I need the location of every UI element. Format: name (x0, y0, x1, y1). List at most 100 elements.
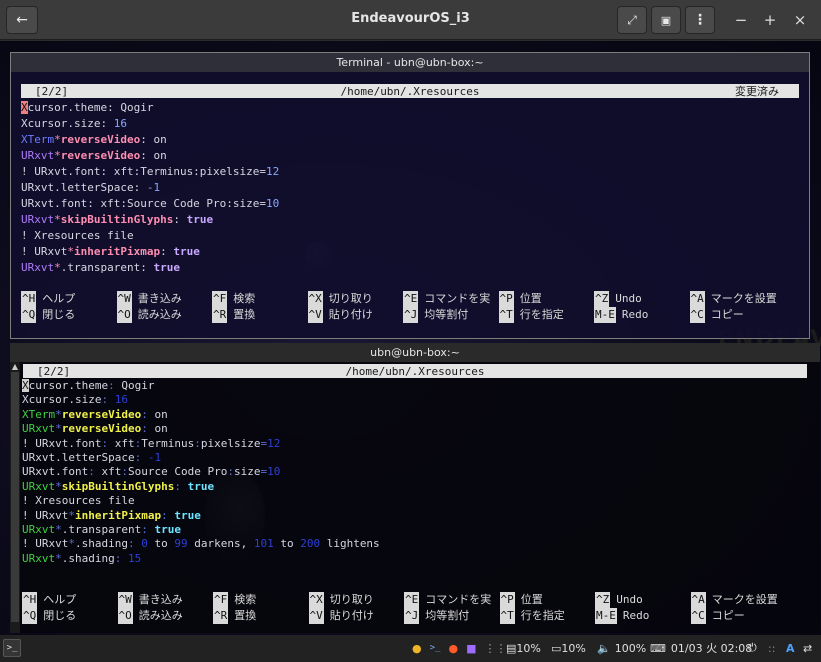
shortcut-label: コピー (711, 609, 745, 622)
minimize-button[interactable]: − (731, 10, 751, 30)
scrollbar[interactable]: ▲ (10, 362, 20, 633)
nano-file-path: /home/ubn/.Xresources (340, 84, 480, 98)
editor-text-area[interactable]: Xcursor.theme: Qogir Xcursor.size: 16 XTer… (22, 379, 380, 566)
code-token: XTerm (22, 407, 56, 421)
code-token: true (186, 213, 214, 226)
shortcut-item[interactable]: ^C コピー (690, 608, 787, 624)
chat-icon[interactable]: ● (412, 642, 422, 655)
shortcut-item[interactable]: ^T 行を指定 (499, 608, 596, 624)
editor-line: Xcursor.theme: Qogir (22, 379, 380, 393)
shortcut-item[interactable]: ^O 読み込み (117, 608, 214, 624)
code-token: : (101, 393, 115, 407)
code-token: : on (140, 133, 167, 146)
code-token: : (194, 436, 201, 450)
shortcut-item[interactable]: ^F 検索 (212, 291, 308, 307)
shortcut-item[interactable]: M-E Redo (594, 307, 690, 323)
code-token: * (54, 133, 61, 146)
shortcut-key: ^F (213, 592, 229, 608)
shortcut-item[interactable]: ^W 書き込み (116, 291, 213, 307)
shortcut-item[interactable]: ^V 貼り付け (307, 307, 404, 323)
code-token: ! Xresources file (22, 494, 135, 508)
calendar-icon: ⌨ (650, 641, 666, 655)
menu-button[interactable]: ⋮ (685, 6, 715, 34)
shortcut-item[interactable]: ^H ヘルプ (21, 291, 117, 307)
shortcut-key: ^R (213, 608, 229, 624)
shortcut-item[interactable]: ^R 置換 (213, 608, 309, 624)
maximize-button[interactable]: + (760, 10, 780, 30)
nano-modified-status: 変更済み (735, 85, 779, 98)
volume-indicator[interactable]: 🔈 100% (597, 640, 646, 656)
shortcut-key: ^H (21, 291, 37, 307)
code-token: ! URxvt (22, 537, 69, 551)
shortcut-label: 切り取り (328, 292, 373, 305)
shortcut-item[interactable]: ^E コマンドを実 (403, 291, 499, 307)
grid-icon[interactable]: ⋮⋮ (484, 642, 506, 655)
shortcut-item[interactable]: ^Q 閉じる (22, 608, 118, 624)
power-icon: ⏻ (748, 641, 757, 654)
editor-text-area[interactable]: Xcursor.theme: Qogir Xcursor.size: 16 XTer… (21, 100, 279, 276)
shortcut-item[interactable]: ^T 行を指定 (498, 307, 595, 323)
terminal-icon[interactable]: >_ (430, 643, 441, 653)
shortcut-item[interactable]: ^Q 閉じる (21, 307, 117, 323)
code-token: .shading (61, 551, 115, 565)
shortcut-item[interactable]: ^V 貼り付け (308, 608, 405, 624)
editor-line: Xcursor.size: 16 (21, 116, 279, 132)
shortcut-item[interactable]: ^Z Undo (595, 592, 691, 608)
network-icon[interactable]: ⇄ (803, 640, 812, 656)
code-token: skipBuiltinGlyphs (61, 479, 175, 493)
shortcut-key: ^A (689, 291, 705, 307)
terminal-window-bottom[interactable]: ubn@ubn-box:~ ▲ [2/2] /home/ubn/.Xresour… (10, 343, 820, 633)
brave-icon[interactable]: ● (448, 642, 458, 655)
code-token: 12 (267, 436, 281, 450)
shortcut-item[interactable]: ^A マークを設置 (690, 592, 787, 608)
shortcut-item[interactable]: ^W 書き込み (117, 592, 214, 608)
code-token: to (273, 537, 301, 551)
header-bar: ← EndeavourOS_i3 ⤢ ▣ ⋮ − + × (0, 0, 821, 40)
folder-icon[interactable]: ■ (466, 642, 476, 655)
code-token: true (154, 522, 181, 536)
tray-app-icons: ● >_ ● ■ ⋮⋮ (412, 640, 506, 656)
power-button[interactable]: ⏻ (748, 640, 757, 656)
code-token: URxvt.letterSpace: (21, 181, 147, 194)
clock[interactable]: ⌨ 01/03 火 02:08 (650, 640, 752, 656)
code-token: cursor.theme (28, 379, 109, 392)
scrollbar-thumb[interactable] (11, 372, 19, 622)
code-token: * (55, 522, 62, 536)
code-token: * (67, 245, 74, 258)
code-token: Terminus (141, 436, 195, 450)
shortcut-key: ^X (307, 291, 323, 307)
code-token: : (108, 379, 115, 392)
shortcut-item[interactable]: ^F 検索 (213, 592, 309, 608)
close-button[interactable]: × (790, 10, 810, 30)
shortcut-label: 貼り付け (329, 609, 374, 622)
shortcut-item[interactable]: ^J 均等割付 (403, 307, 499, 323)
shortcut-item[interactable]: ^O 読み込み (116, 307, 213, 323)
shortcut-key: ^W (116, 291, 132, 307)
window-icon: ▣ (660, 13, 672, 27)
input-method-indicator[interactable]: A (786, 640, 795, 656)
shortcut-key: M-E (595, 608, 617, 624)
shortcut-item[interactable]: ^J 均等割付 (404, 608, 500, 624)
code-token: * (68, 537, 75, 551)
shortcut-item[interactable]: ^H ヘルプ (22, 592, 118, 608)
shortcut-item[interactable]: ^X 切り取り (307, 291, 404, 307)
shortcut-label: 置換 (233, 308, 256, 321)
shortcut-item[interactable]: ^R 置換 (212, 307, 308, 323)
code-token: XTerm (21, 133, 55, 146)
shortcut-item[interactable]: ^C コピー (689, 307, 786, 323)
scroll-up-icon[interactable]: ▲ (10, 362, 20, 372)
shortcut-item[interactable]: ^P 位置 (499, 592, 596, 608)
fullscreen-button[interactable]: ⤢ (617, 6, 647, 34)
shortcut-item[interactable]: ^A マークを設置 (689, 291, 786, 307)
editor-line: URxvt.font: xft:Source Code Pro:size=10 (22, 465, 380, 479)
shortcut-item[interactable]: M-E Redo (595, 608, 691, 624)
shortcut-item[interactable]: ^E コマンドを実 (404, 592, 500, 608)
screenshot-button[interactable]: ▣ (651, 6, 681, 34)
terminal-launcher-icon[interactable]: >_ (3, 639, 21, 657)
shortcut-item[interactable]: ^P 位置 (498, 291, 595, 307)
terminal-window-top[interactable]: Terminal - ubn@ubn-box:~ [2/2] /home/ubn… (10, 52, 810, 339)
code-token: URxvt (22, 551, 56, 565)
shortcut-item[interactable]: ^Z Undo (594, 291, 690, 307)
code-token: to (147, 537, 175, 551)
shortcut-item[interactable]: ^X 切り取り (308, 592, 405, 608)
